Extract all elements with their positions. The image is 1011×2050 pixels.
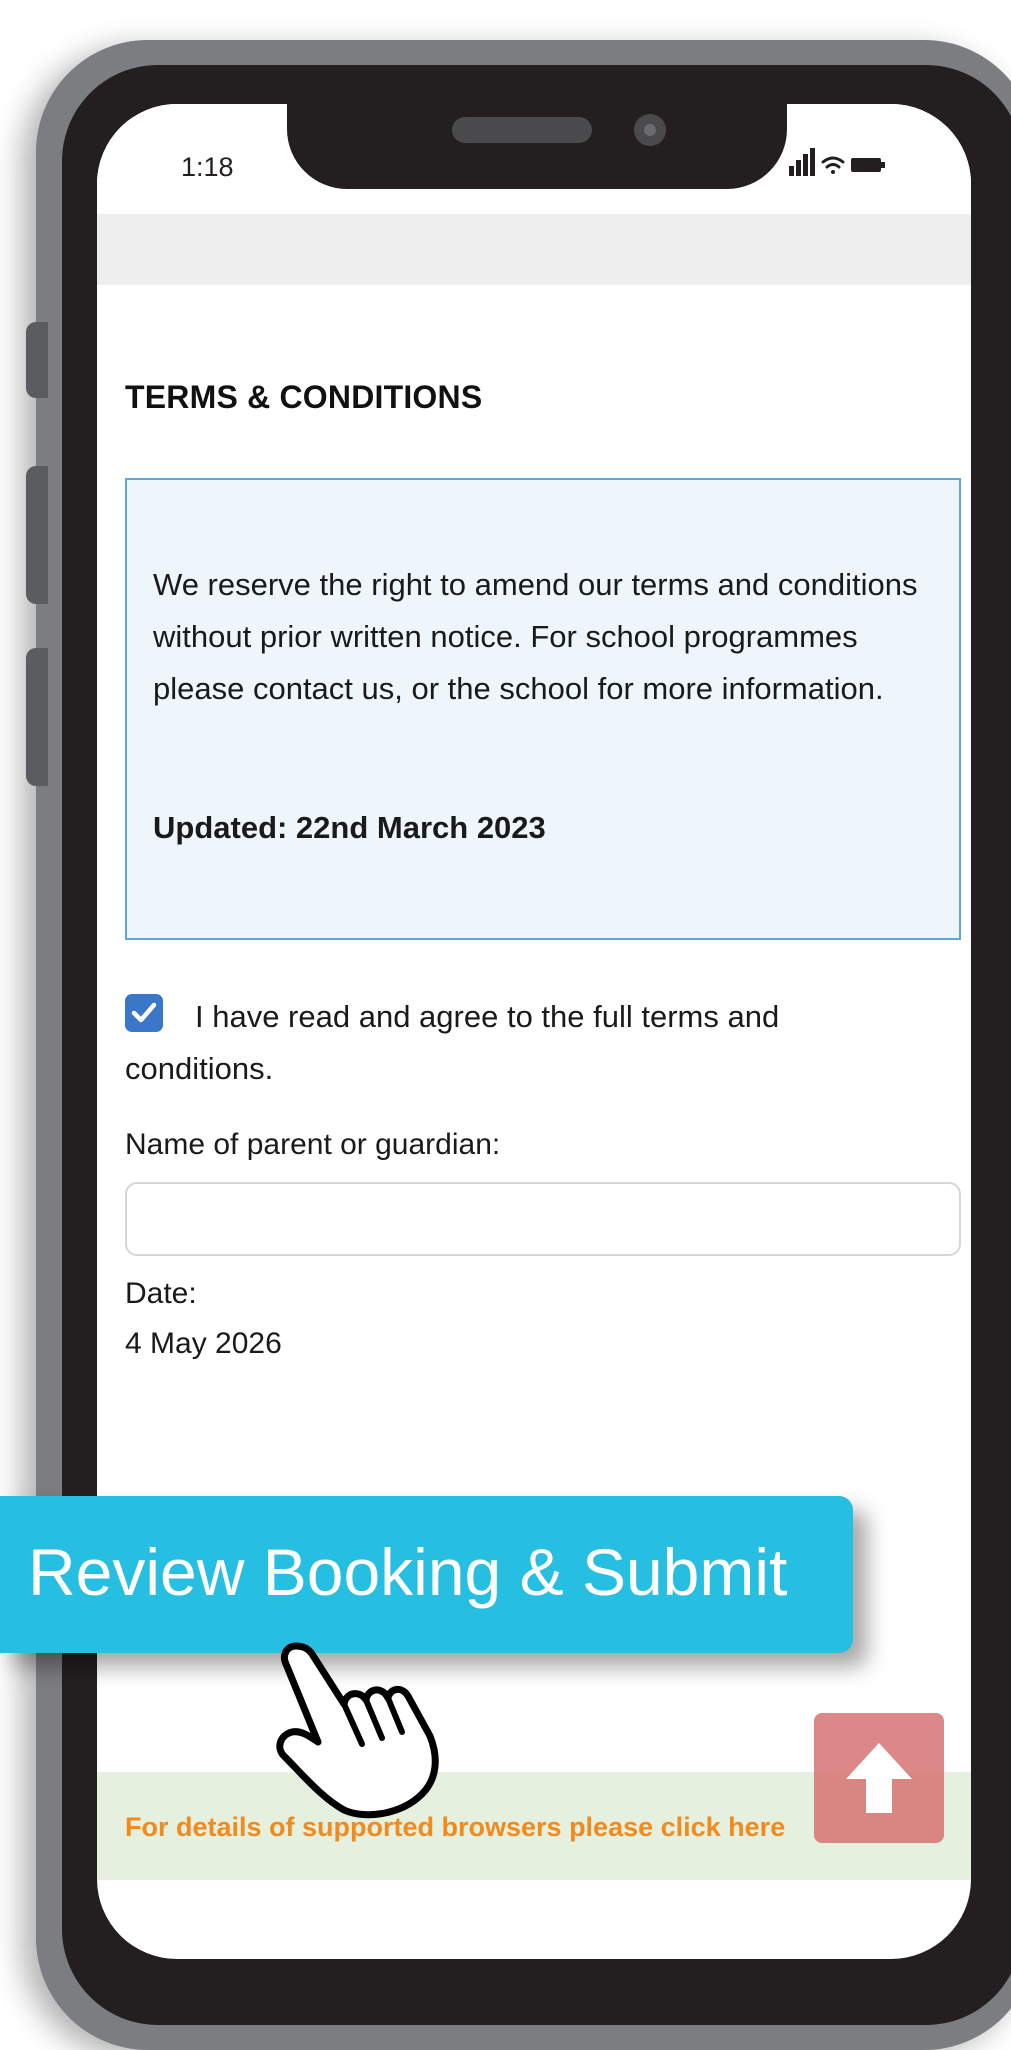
review-button-label: Review Booking & Submit (28, 1535, 788, 1609)
pointing-hand-icon (276, 1642, 439, 1819)
terms-text: We reserve the right to amend our terms … (153, 567, 918, 706)
phone-notch (287, 104, 787, 189)
supported-browsers-link[interactable]: For details of supported browsers please… (125, 1812, 785, 1843)
terms-box: We reserve the right to amend our terms … (125, 478, 961, 940)
agreement-checkbox[interactable] (125, 994, 163, 1032)
phone-mute-switch (26, 322, 48, 398)
arrow-up-icon (846, 1743, 912, 1813)
phone-screen: 1:18 TERMS & CONDITIONS We reserve the r… (97, 104, 971, 1959)
status-icons (789, 148, 885, 176)
page-title: TERMS & CONDITIONS (125, 379, 483, 415)
terms-updated-date: Updated: 22nd March 2023 (153, 810, 546, 845)
battery-icon (851, 158, 885, 172)
agreement-label: I have read and agree to the full terms … (125, 999, 780, 1086)
guardian-name-input[interactable] (125, 1182, 961, 1256)
phone-volume-down-button (26, 648, 48, 786)
speaker-grille (452, 117, 592, 143)
review-booking-submit-button[interactable]: Review Booking & Submit (0, 1496, 853, 1653)
camera-icon (634, 114, 666, 146)
signal-icon (789, 148, 815, 176)
date-value: 4 May 2026 (125, 1327, 282, 1360)
wifi-icon (821, 156, 845, 174)
phone-volume-up-button (26, 466, 48, 604)
guardian-name-label: Name of parent or guardian: (125, 1128, 501, 1161)
date-label: Date: (125, 1277, 197, 1310)
status-time: 1:18 (181, 152, 234, 182)
checkmark-icon (131, 1002, 157, 1023)
scroll-to-top-button[interactable] (814, 1713, 944, 1843)
